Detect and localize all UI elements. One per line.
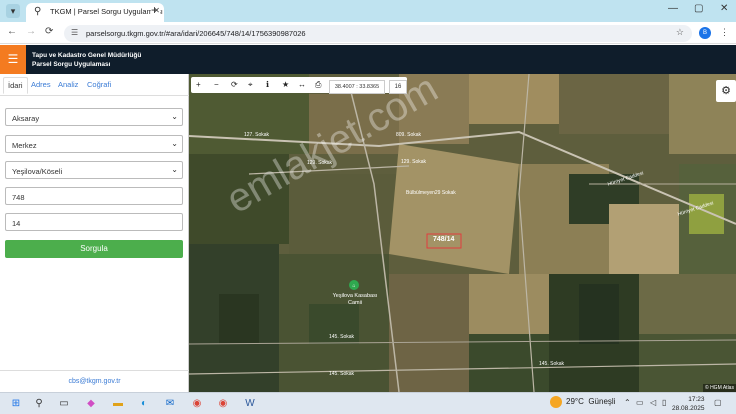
parcel-label[interactable]: 748/14 [433,236,454,243]
hamburger-menu-icon[interactable]: ☰ [0,45,26,74]
settings-gear-icon[interactable]: ⚙ [716,80,736,102]
map-attribution: © HGM Atlas [703,384,736,392]
block-no-value: 748 [12,193,25,202]
tab-idari[interactable]: İdari [3,77,28,94]
clock-time: 17:23 [688,396,705,403]
close-window-icon[interactable]: ✕ [720,3,728,14]
browser-menu-icon[interactable]: ⋮ [720,27,729,38]
browser-tab[interactable]: ⚲ TKGM | Parsel Sorgu Uygulaması ✕ [26,3,164,22]
poi-label[interactable]: Yeşilova Kasabası Camii [329,293,381,307]
windows-start-icon[interactable]: ⊞ [8,396,24,412]
word-icon[interactable]: W [242,396,258,412]
site-info-icon[interactable]: ☰ [71,28,78,37]
neighborhood-select[interactable]: Yeşilova/Köseli ⌄ [5,161,183,179]
weather-widget[interactable]: 29°C Güneşli [550,396,615,408]
network-icon[interactable]: ▭ [636,398,644,407]
measure-icon[interactable]: ↔ [298,80,306,89]
street-label: Bülbülmeyen29 Sokak [406,190,456,196]
reload-icon[interactable]: ⟳ [45,26,53,37]
locate-icon[interactable]: ⌖ [248,80,253,90]
forward-icon[interactable]: → [26,26,36,37]
maximize-icon[interactable]: ▢ [694,3,703,14]
province-select[interactable]: Aksaray ⌄ [5,108,183,126]
street-label: 145. Sokak [329,371,355,377]
copilot-icon[interactable]: ◆ [83,396,99,412]
chevron-down-icon: ⌄ [171,112,178,121]
profile-avatar[interactable]: B [699,27,711,39]
satellite-imagery: ⌂ [189,74,736,392]
tab-cografi[interactable]: Coğrafi [87,80,111,89]
app-title: Tapu ve Kadastro Genel Müdürlüğü Parsel … [32,51,141,69]
temperature: 29°C [566,397,584,407]
browser-tab-strip: ▾ ⚲ TKGM | Parsel Sorgu Uygulaması ✕ + —… [0,0,736,22]
tab-adres[interactable]: Adres [31,80,51,89]
url-text: parselsorgu.tkgm.gov.tr/#ara/idari/20664… [86,29,306,38]
back-icon[interactable]: ← [7,26,17,37]
tab-search-icon[interactable]: ▾ [6,4,20,18]
system-clock[interactable]: 17:23 28.08.2025 [672,395,705,413]
weather-condition: Güneşli [588,397,616,407]
neighborhood-value: Yeşilova/Köseli [12,167,63,176]
battery-icon[interactable]: ▯ [662,398,666,407]
query-sidebar: İdari Adres Analiz Coğrafi Aksaray ⌄ Mer… [0,74,189,392]
chevron-down-icon: ⌄ [171,165,178,174]
zoom-level: 16 [389,80,407,94]
street-label: 129. Sokak [401,159,427,165]
info-icon[interactable]: ℹ [266,80,269,89]
windows-taskbar: ⊞ ⚲ ▭ ◆ ▬ ◐ ✉ ◉ ◉ W 29°C Güneşli ⌃ ▭ ◁ ▯… [0,392,736,414]
contact-email-link[interactable]: cbs@tkgm.gov.tr [0,370,189,385]
location-pin-icon: ⚲ [34,6,42,17]
street-label: 145. Sokak [329,334,355,340]
edge-icon[interactable]: ◐ [136,396,152,412]
parcel-no-value: 14 [12,219,21,228]
org-name: Tapu ve Kadastro Genel Müdürlüğü [32,52,142,59]
street-label: 809. Sokak [396,132,422,138]
task-view-icon[interactable]: ▭ [56,396,72,412]
minimize-icon[interactable]: — [668,3,678,14]
clock-date: 28.08.2025 [672,405,705,412]
notification-icon[interactable]: ▢ [714,398,722,407]
district-select[interactable]: Merkez ⌄ [5,135,183,153]
tab-analiz[interactable]: Analiz [58,80,78,89]
chrome-icon[interactable]: ◉ [189,396,205,412]
app-name: Parsel Sorgu Uygulaması [32,61,111,68]
outlook-icon[interactable]: ✉ [162,396,178,412]
coordinate-readout: 38.4007 : 33.8365 [329,80,385,94]
volume-icon[interactable]: ◁ [650,398,656,407]
street-label: 127. Sokak [244,132,270,138]
search-icon[interactable]: ⚲ [31,396,47,412]
query-button[interactable]: Sorgula [5,240,183,258]
print-icon[interactable]: ⎙ [315,80,321,90]
satellite-map[interactable]: ⌂ 127. Sokak 809. Sokak 129. Sokak 129. … [189,74,736,392]
chevron-down-icon: ⌄ [171,139,178,148]
refresh-icon[interactable]: ⟳ [231,80,238,89]
street-label: 145. Sokak [539,361,565,367]
svg-text:⌂: ⌂ [352,283,355,289]
query-tabs: İdari Adres Analiz Coğrafi [0,74,189,96]
chrome-icon[interactable]: ◉ [215,396,231,412]
favorite-star-icon[interactable]: ★ [282,80,289,89]
parcel-no-input[interactable]: 14 [5,213,183,231]
zoom-out-icon[interactable]: − [214,80,219,89]
tray-chevron-icon[interactable]: ⌃ [624,398,631,407]
block-no-input[interactable]: 748 [5,187,183,205]
url-field[interactable]: ☰ parselsorgu.tkgm.gov.tr/#ara/idari/206… [64,25,692,42]
district-value: Merkez [12,141,37,150]
province-value: Aksaray [12,114,40,123]
tab-title: TKGM | Parsel Sorgu Uygulaması [50,7,163,16]
file-explorer-icon[interactable]: ▬ [110,396,126,412]
app-header: ☰ Tapu ve Kadastro Genel Müdürlüğü Parse… [0,45,736,74]
new-tab-icon[interactable]: + [151,3,158,17]
zoom-in-icon[interactable]: + [196,80,201,89]
address-bar-row: ← → ⟳ ☰ parselsorgu.tkgm.gov.tr/#ara/ida… [0,22,736,44]
bookmark-star-icon[interactable]: ☆ [676,27,684,38]
sun-icon [550,396,562,408]
